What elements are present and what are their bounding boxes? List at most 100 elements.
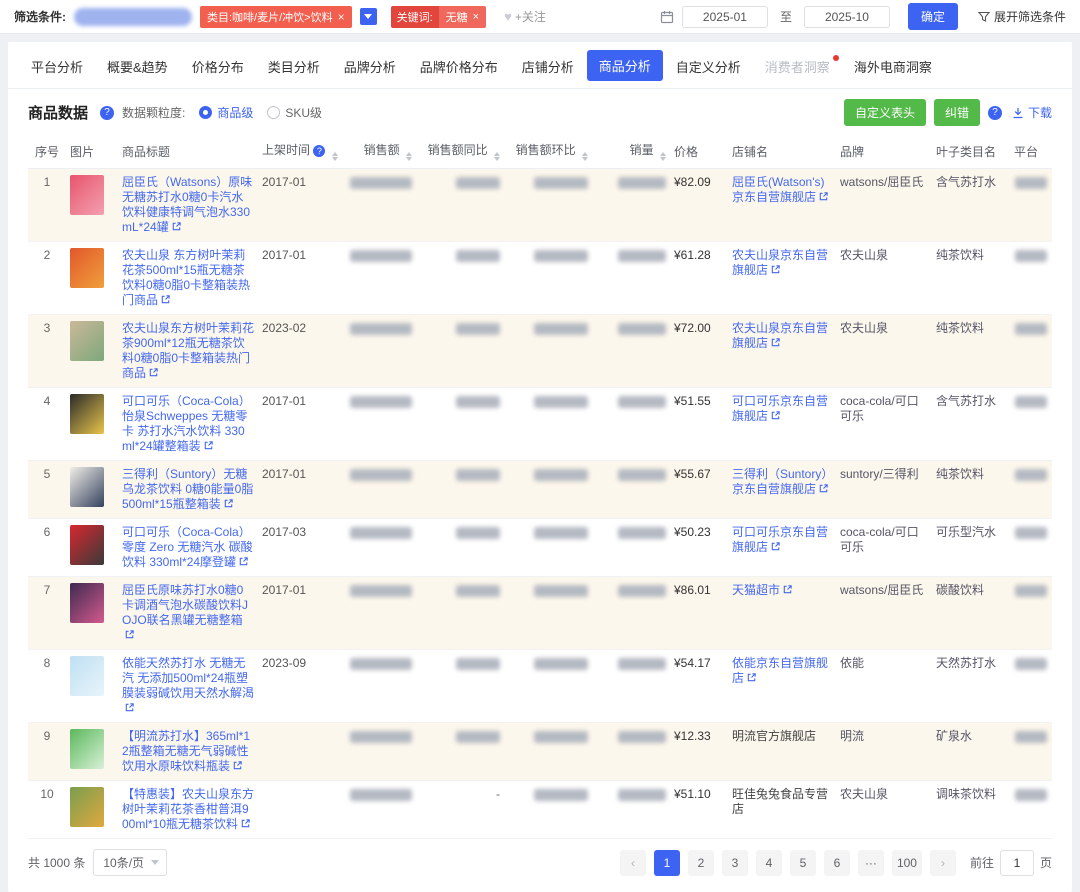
brand: 依能 (840, 656, 864, 670)
store-link[interactable]: 屈臣氏(Watson's)京东自营旗舰店 (732, 175, 829, 204)
custom-header-button[interactable]: 自定义表头 (844, 99, 926, 126)
store-link[interactable]: 三得利（Suntory）京东自营旗舰店 (732, 467, 829, 496)
store-link[interactable]: 农夫山泉京东自营旗舰店 (732, 321, 828, 350)
redacted-sales-value (350, 469, 412, 481)
leaf-category: 含气苏打水 (936, 175, 996, 189)
tab-overseas-ecommerce-insights[interactable]: 海外电商洞察 (843, 51, 943, 88)
brand: 农夫山泉 (840, 787, 888, 801)
product-image[interactable] (70, 321, 104, 361)
help-icon[interactable]: ? (313, 145, 325, 157)
product-image[interactable] (70, 656, 104, 696)
page-button[interactable]: 2 (688, 850, 714, 876)
product-title-link[interactable]: 农夫山泉东方树叶茉莉花茶900ml*12瓶无糖茶饮料0糖0脂0卡整箱装热门商品 (122, 321, 254, 380)
category-filter-tag[interactable]: 类目:咖啡/麦片/冲饮>饮料 × (200, 6, 352, 28)
sort-icon[interactable] (494, 152, 500, 161)
product-title-link[interactable]: 依能天然苏打水 无糖无汽 无添加500ml*24瓶塑膜装弱碱饮用天然水解渴 (122, 656, 254, 715)
product-image[interactable] (70, 525, 104, 565)
tab-brand-price-distribution[interactable]: 品牌价格分布 (409, 51, 509, 88)
row-index: 6 (44, 525, 51, 539)
product-title-link[interactable]: 可口可乐（Coca-Cola）怡泉Schweppes 无糖零卡 苏打水汽水饮料 … (122, 394, 251, 453)
product-title-link[interactable]: 农夫山泉 东方树叶茉莉花茶500ml*15瓶无糖茶饮料0糖0脂0卡整箱装热门商品 (122, 248, 250, 307)
close-icon[interactable]: × (473, 11, 479, 23)
product-image[interactable] (70, 467, 104, 507)
product-image[interactable] (70, 787, 104, 827)
external-link-icon (203, 440, 214, 451)
tab-category-analysis[interactable]: 类目分析 (257, 51, 331, 88)
date-end-input[interactable]: 2025-10 (804, 6, 890, 28)
follow-button[interactable]: ♥ +关注 (504, 8, 546, 25)
download-button[interactable]: 下载 (1012, 104, 1052, 121)
page-button[interactable]: 3 (722, 850, 748, 876)
store-link[interactable]: 天猫超市 (732, 583, 793, 597)
store-link[interactable]: 农夫山泉京东自营旗舰店 (732, 248, 828, 277)
radio-sku-level[interactable]: SKU级 (267, 104, 322, 121)
redacted-yoy-value (456, 323, 500, 335)
date-start-input[interactable]: 2025-01 (682, 6, 768, 28)
page-button[interactable]: 6 (824, 850, 850, 876)
product-image[interactable] (70, 248, 104, 288)
tab-product-analysis[interactable]: 商品分析 (587, 50, 663, 81)
product-image[interactable] (70, 583, 104, 623)
heart-icon: ♥ (504, 9, 512, 24)
expand-filters-button[interactable]: 展开筛选条件 (978, 8, 1066, 25)
page-ellipsis[interactable]: ··· (858, 850, 884, 876)
col-sales-yoy[interactable]: 销售额同比 (416, 134, 504, 169)
col-launch-date[interactable]: 上架时间 ? (258, 134, 330, 169)
product-title-link[interactable]: 【特惠装】农夫山泉东方树叶茉莉花茶香柑普洱900ml*10瓶无糖茶饮料 (122, 787, 254, 831)
redacted-mom-value (534, 396, 588, 408)
tab-brand-analysis[interactable]: 品牌分析 (333, 51, 407, 88)
product-title-link[interactable]: 【明流苏打水】365ml*12瓶整箱无糖无气弱碱性饮用水原味饮料瓶装 (122, 729, 250, 773)
page-button[interactable]: 4 (756, 850, 782, 876)
sort-icon[interactable] (406, 152, 412, 161)
col-volume[interactable]: 销量 (592, 134, 670, 169)
close-icon[interactable]: × (338, 11, 345, 23)
error-correction-button[interactable]: 纠错 (934, 99, 980, 126)
tab-overview-trends[interactable]: 概要&趋势 (96, 51, 179, 88)
goto-page-input[interactable] (1000, 850, 1034, 876)
brand: 农夫山泉 (840, 248, 888, 262)
help-icon[interactable]: ? (988, 106, 1002, 120)
store-link[interactable]: 可口可乐京东自营旗舰店 (732, 394, 828, 423)
product-image[interactable] (70, 394, 104, 434)
redacted-sales-value (350, 585, 412, 597)
sort-icon[interactable] (582, 152, 588, 161)
tab-platform-analysis[interactable]: 平台分析 (20, 51, 94, 88)
sort-icon[interactable] (660, 152, 666, 161)
page-button[interactable]: 100 (892, 850, 922, 876)
confirm-button[interactable]: 确定 (908, 3, 958, 30)
next-page-button[interactable]: › (930, 850, 956, 876)
store-link[interactable]: 依能京东自营旗舰店 (732, 656, 828, 685)
external-link-icon (746, 672, 757, 683)
radio-product-level[interactable]: 商品级 (199, 104, 253, 121)
help-icon[interactable]: ? (100, 106, 114, 120)
product-title-link[interactable]: 可口可乐（Coca-Cola）零度 Zero 无糖汽水 碳酸饮料 330ml*2… (122, 525, 253, 569)
tab-store-analysis[interactable]: 店铺分析 (511, 51, 585, 88)
redacted-mom-value (534, 469, 588, 481)
store-link[interactable]: 可口可乐京东自营旗舰店 (732, 525, 828, 554)
product-title-link[interactable]: 屈臣氏（Watsons）原味无糖苏打水0糖0卡汽水饮料健康特调气泡水330mL*… (122, 175, 252, 234)
col-sales-mom[interactable]: 销售额环比 (504, 134, 592, 169)
page-size-select[interactable]: 10条/页 (93, 849, 167, 876)
table-row: 8 依能天然苏打水 无糖无汽 无添加500ml*24瓶塑膜装弱碱饮用天然水解渴 … (28, 650, 1052, 723)
category-dropdown-toggle[interactable] (360, 8, 377, 25)
tab-consumer-insights[interactable]: 消费者洞察 (754, 51, 841, 88)
product-title-link[interactable]: 三得利（Suntory）无糖乌龙茶饮料 0糖0能量0脂 500ml*15瓶整箱装 (122, 467, 253, 511)
tab-custom-analysis[interactable]: 自定义分析 (665, 51, 752, 88)
sort-icon[interactable] (332, 152, 338, 161)
tab-price-distribution[interactable]: 价格分布 (181, 51, 255, 88)
radio-icon (199, 106, 212, 119)
table-header-row: 序号 图片 商品标题 上架时间 ? 销售额 销售额同比 (28, 134, 1052, 169)
page-button[interactable]: 1 (654, 850, 680, 876)
brand: coca-cola/可口可乐 (840, 525, 919, 554)
page-button[interactable]: 5 (790, 850, 816, 876)
col-sales[interactable]: 销售额 (330, 134, 416, 169)
product-title-link[interactable]: 屈臣氏原味苏打水0糖0卡调酒气泡水碳酸饮料JOJO联名黑罐无糖整箱 (122, 583, 248, 642)
keyword-filter-tag[interactable]: 关键词: 无糖 × (391, 6, 487, 28)
redacted-mom-value (534, 527, 588, 539)
product-image[interactable] (70, 175, 104, 215)
redacted-filter-value[interactable] (74, 8, 192, 26)
launch-date: 2017-01 (262, 394, 306, 408)
redacted-volume-value (618, 731, 666, 743)
prev-page-button[interactable]: ‹ (620, 850, 646, 876)
product-image[interactable] (70, 729, 104, 769)
